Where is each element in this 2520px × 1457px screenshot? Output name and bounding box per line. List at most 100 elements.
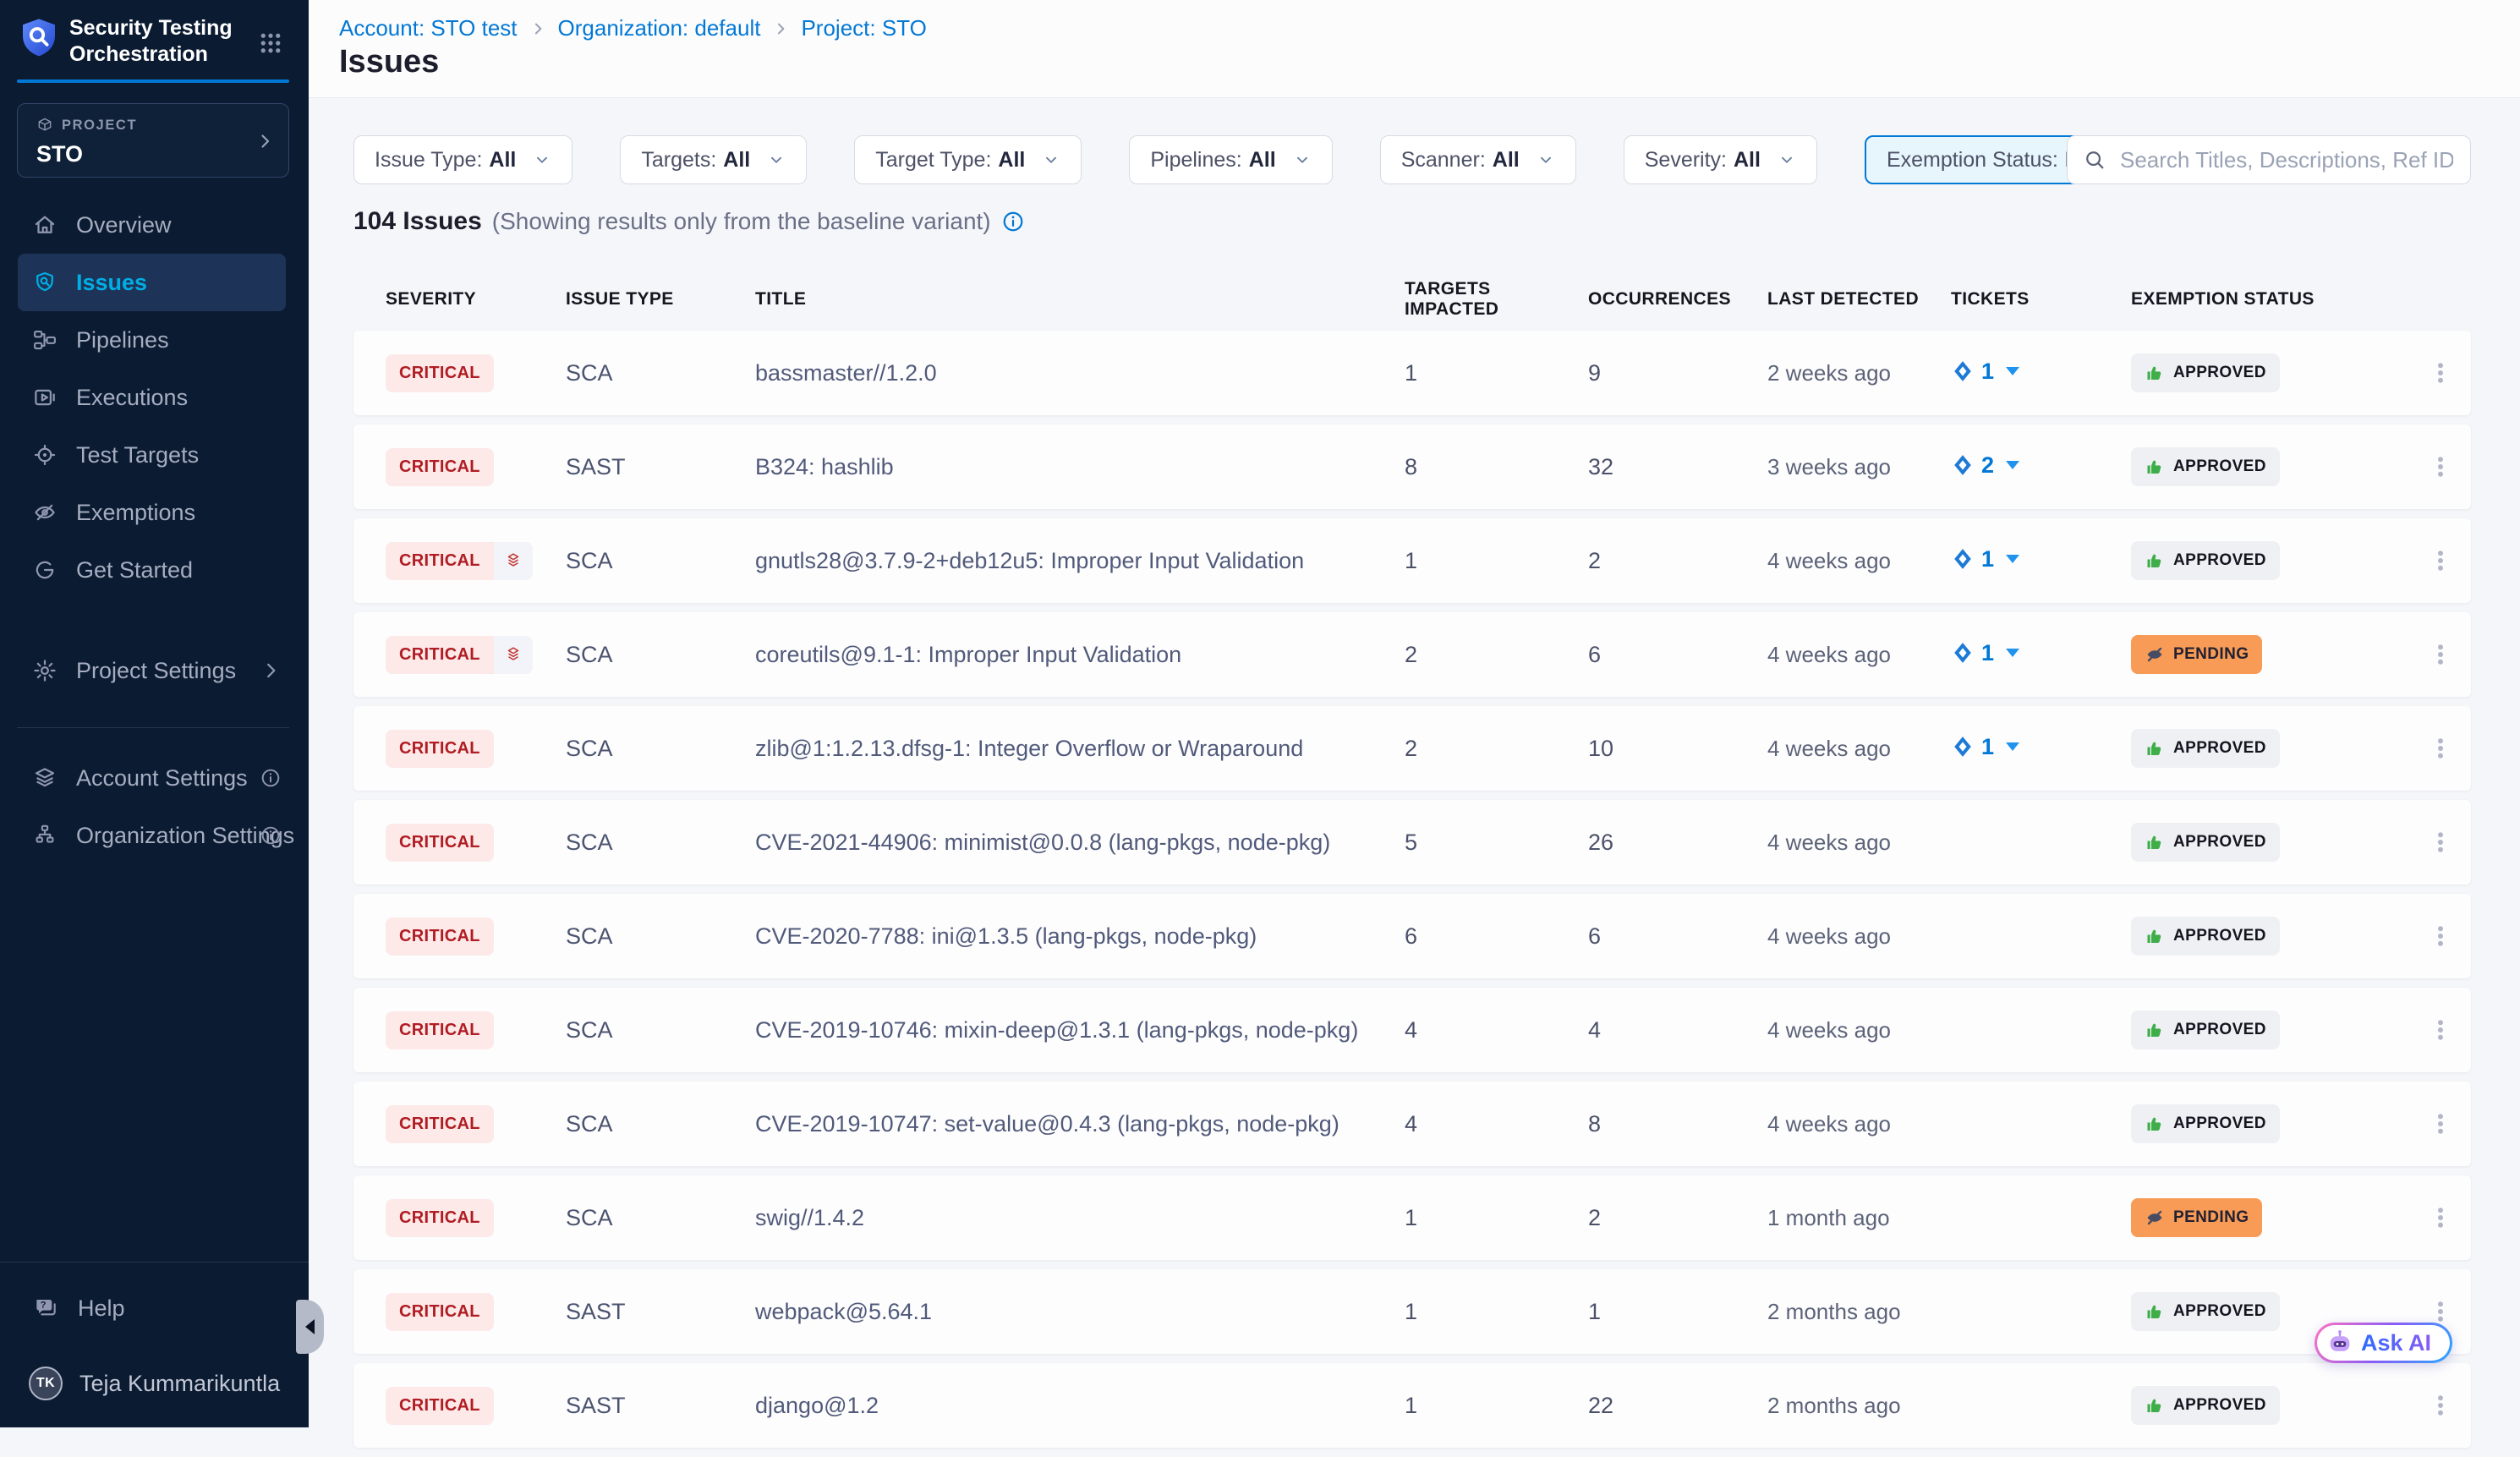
ticket-caret-icon[interactable] <box>2006 649 2019 657</box>
table-row[interactable]: CRITICAL SCA CVE-2019-10746: mixin-deep@… <box>353 988 2471 1072</box>
issues-note: (Showing results only from the baseline … <box>492 208 991 235</box>
issues-count: 104 Issues <box>353 207 482 236</box>
table-row[interactable]: CRITICAL SAST B324: hashlib 8 32 3 weeks… <box>353 425 2471 509</box>
org-chart-icon <box>32 823 58 848</box>
filter-targets[interactable]: Targets All <box>620 135 807 184</box>
search-input[interactable] <box>2118 146 2455 174</box>
sidebar-collapse-handle[interactable] <box>296 1300 324 1354</box>
sidebar-item-get-started[interactable]: Get Started <box>0 541 309 599</box>
sidebar-item-account-settings[interactable]: Account Settings <box>0 749 309 807</box>
row-menu-button[interactable] <box>2424 537 2457 584</box>
table-row[interactable]: CRITICAL SCA swig//1.4.2 1 2 1 month ago <box>353 1175 2471 1260</box>
issue-title: bassmaster//1.2.0 <box>755 360 1405 386</box>
table-row[interactable]: CRITICAL SCA zlib@1:1.2.13.dfsg-1: Integ… <box>353 706 2471 791</box>
breadcrumb-organization-link[interactable]: Organization: default <box>558 15 761 41</box>
ticket-caret-icon[interactable] <box>2006 461 2019 469</box>
last-detected: 3 weeks ago <box>1767 454 1951 480</box>
last-detected: 4 weeks ago <box>1767 923 1951 950</box>
ticket-caret-icon[interactable] <box>2006 367 2019 375</box>
sidebar-item-exemptions[interactable]: Exemptions <box>0 484 309 541</box>
row-menu-button[interactable] <box>2424 349 2457 397</box>
ticket-count: 1 <box>1981 640 1994 666</box>
info-icon[interactable] <box>260 767 282 789</box>
severity-badge: CRITICAL <box>386 917 494 956</box>
exemption-badge: APPROVED <box>2131 1292 2280 1331</box>
project-label: PROJECT <box>62 118 137 134</box>
breadcrumb-project-link[interactable]: Project: STO <box>801 15 926 41</box>
filter-pipelines[interactable]: Pipelines All <box>1129 135 1332 184</box>
last-detected: 4 weeks ago <box>1767 1111 1951 1137</box>
sidebar-item-issues[interactable]: Issues <box>18 254 286 311</box>
table-row[interactable]: CRITICAL SCA CVE-2021-44906: minimist@0.… <box>353 800 2471 885</box>
filters-row: Issue Type All Targets All Target Type A… <box>353 135 2236 184</box>
row-menu-button[interactable] <box>2424 912 2457 960</box>
filter-issue-type[interactable]: Issue Type All <box>353 135 572 184</box>
ticket-link[interactable]: 1 <box>1951 734 2019 760</box>
ticket-link[interactable]: 1 <box>1951 546 2019 572</box>
info-icon[interactable] <box>1001 210 1025 233</box>
chevron-right-icon <box>772 20 789 37</box>
issue-title: CVE-2019-10747: set-value@0.4.3 (lang-pk… <box>755 1111 1405 1137</box>
ticket-caret-icon[interactable] <box>2006 555 2019 563</box>
severity-stack-icon <box>494 542 533 580</box>
targets-impacted: 1 <box>1405 1393 1588 1419</box>
ticket-link[interactable]: 1 <box>1951 640 2019 666</box>
row-menu-button[interactable] <box>2424 725 2457 772</box>
table-row[interactable]: CRITICAL SCA gnutls28@3.7.9-2+deb12u5: I… <box>353 518 2471 603</box>
targets-impacted: 4 <box>1405 1017 1588 1043</box>
row-menu-button[interactable] <box>2424 631 2457 678</box>
table-row[interactable]: CRITICAL SAST webpack@5.64.1 1 1 2 month… <box>353 1269 2471 1354</box>
user-menu[interactable]: TK Teja Kummarikuntla <box>0 1358 309 1409</box>
row-menu-button[interactable] <box>2424 819 2457 866</box>
sidebar-item-organization-settings[interactable]: Organization Settings <box>0 807 309 864</box>
module-grid-icon[interactable] <box>258 30 283 56</box>
filter-target-type[interactable]: Target Type All <box>854 135 1082 184</box>
sidebar-item-executions[interactable]: Executions <box>0 369 309 426</box>
sidebar-item-test-targets[interactable]: Test Targets <box>0 426 309 484</box>
project-selector[interactable]: PROJECT STO <box>17 103 289 178</box>
table-row[interactable]: CRITICAL SCA CVE-2020-7788: ini@1.3.5 (l… <box>353 894 2471 978</box>
issue-title: swig//1.4.2 <box>755 1205 1405 1231</box>
sto-shield-logo-icon <box>19 17 59 61</box>
row-menu-button[interactable] <box>2424 1006 2457 1054</box>
exemption-badge: APPROVED <box>2131 823 2280 862</box>
sidebar-item-overview[interactable]: Overview <box>0 196 309 254</box>
issue-type: SCA <box>566 830 755 856</box>
page-header: Account: STO test Organization: default … <box>309 0 2520 98</box>
ticket-link[interactable]: 2 <box>1951 452 2019 479</box>
help-button[interactable]: ? Help <box>0 1279 309 1337</box>
row-menu-button[interactable] <box>2424 1194 2457 1241</box>
breadcrumb-account-link[interactable]: Account: STO test <box>339 15 518 41</box>
user-name: Teja Kummarikuntla <box>79 1371 280 1397</box>
search-icon <box>2083 148 2106 172</box>
info-icon[interactable] <box>260 824 282 846</box>
occurrences: 4 <box>1588 1017 1767 1043</box>
table-row[interactable]: CRITICAL SAST django@1.2 1 22 2 months a… <box>353 1363 2471 1448</box>
row-menu-button[interactable] <box>2424 1382 2457 1429</box>
thumbs-up-icon <box>2145 1114 2165 1134</box>
ticket-caret-icon[interactable] <box>2006 742 2019 751</box>
row-menu-button[interactable] <box>2424 443 2457 490</box>
filter-scanner[interactable]: Scanner All <box>1380 135 1576 184</box>
issue-type: SAST <box>566 1299 755 1325</box>
occurrences: 8 <box>1588 1111 1767 1137</box>
row-menu-button[interactable] <box>2424 1100 2457 1148</box>
sidebar-item-label: Pipelines <box>76 327 169 353</box>
table-row[interactable]: CRITICAL SCA CVE-2019-10747: set-value@0… <box>353 1082 2471 1166</box>
ask-ai-button[interactable]: Ask AI <box>2315 1323 2452 1363</box>
table-row[interactable]: CRITICAL SCA coreutils@9.1-1: Improper I… <box>353 612 2471 697</box>
sidebar-item-project-settings[interactable]: Project Settings <box>0 642 309 699</box>
occurrences: 10 <box>1588 736 1767 762</box>
sidebar-item-label: Overview <box>76 212 172 238</box>
table-row[interactable]: CRITICAL SCA bassmaster//1.2.0 1 9 2 wee… <box>353 331 2471 415</box>
occurrences: 32 <box>1588 454 1767 480</box>
breadcrumb: Account: STO test Organization: default … <box>339 15 927 41</box>
thumbs-up-icon <box>2145 457 2165 477</box>
ticket-link[interactable]: 1 <box>1951 359 2019 385</box>
sidebar-item-pipelines[interactable]: Pipelines <box>0 311 309 369</box>
filter-severity[interactable]: Severity All <box>1624 135 1817 184</box>
pipelines-icon <box>32 327 58 353</box>
chevron-down-icon <box>1293 151 1312 169</box>
severity-badge: CRITICAL <box>386 730 494 768</box>
issue-type: SAST <box>566 454 755 480</box>
